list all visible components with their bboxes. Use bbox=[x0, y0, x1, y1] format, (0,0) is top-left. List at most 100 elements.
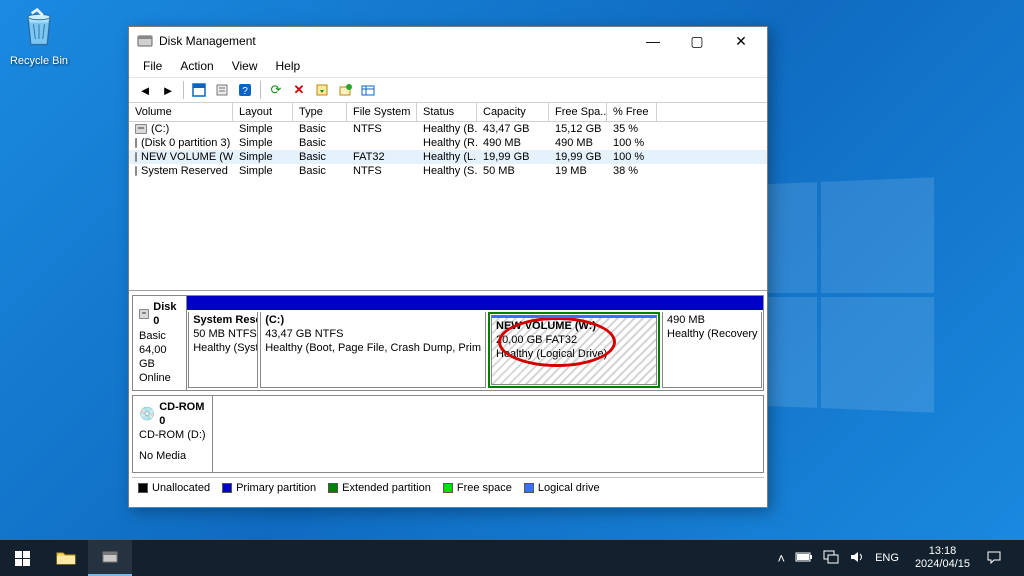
cell-status: Healthy (S... bbox=[417, 164, 477, 178]
menu-view[interactable]: View bbox=[224, 57, 266, 75]
recycle-bin[interactable]: Recycle Bin bbox=[9, 6, 69, 67]
taskbar-disk-management[interactable] bbox=[88, 540, 132, 576]
cell-volume: System Reserved bbox=[129, 164, 233, 178]
clock[interactable]: 13:18 2024/04/15 bbox=[909, 545, 976, 571]
legend-primary: Primary partition bbox=[236, 482, 316, 494]
help-button[interactable]: ? bbox=[235, 80, 255, 100]
drive-icon bbox=[135, 166, 137, 176]
extended-partition[interactable]: NEW VOLUME (W:) 20,00 GB FAT32 Healthy (… bbox=[488, 312, 660, 388]
disk-graphical-pane: Disk 0 Basic 64,00 GB Online System Rese… bbox=[129, 291, 767, 507]
cell-volume: NEW VOLUME (W:) bbox=[129, 150, 233, 164]
attach-vhd-button[interactable] bbox=[335, 80, 355, 100]
cell-pct: 35 % bbox=[607, 122, 657, 136]
windows-logo-icon bbox=[14, 550, 30, 566]
menu-file[interactable]: File bbox=[135, 57, 170, 75]
volume-row[interactable]: (C:)SimpleBasicNTFSHealthy (B...43,47 GB… bbox=[129, 122, 767, 136]
drive-icon bbox=[135, 124, 147, 134]
volume-icon[interactable] bbox=[849, 550, 865, 567]
volume-list-pane[interactable]: Volume Layout Type File System Status Ca… bbox=[129, 103, 767, 291]
disk0-size: 64,00 GB bbox=[139, 343, 180, 372]
col-capacity[interactable]: Capacity bbox=[477, 103, 549, 121]
part-stat: Healthy (Recovery Parti bbox=[667, 328, 757, 342]
show-hide-tree-button[interactable] bbox=[189, 80, 209, 100]
partition-new-volume-w[interactable]: NEW VOLUME (W:) 20,00 GB FAT32 Healthy (… bbox=[491, 315, 657, 385]
taskbar: ˄ ENG 13:18 2024/04/15 bbox=[0, 540, 1024, 576]
cell-type: Basic bbox=[293, 136, 347, 150]
col-freespace[interactable]: Free Spa... bbox=[549, 103, 607, 121]
col-status[interactable]: Status bbox=[417, 103, 477, 121]
tray-chevron-icon[interactable]: ˄ bbox=[778, 551, 786, 566]
system-tray: ˄ ENG 13:18 2024/04/15 bbox=[772, 540, 1024, 576]
col-volume[interactable]: Volume bbox=[129, 103, 233, 121]
disk-mgmt-icon bbox=[101, 549, 119, 565]
settings-button[interactable] bbox=[358, 80, 378, 100]
window-title: Disk Management bbox=[159, 34, 631, 48]
legend-extended: Extended partition bbox=[342, 482, 431, 494]
swatch-extended-icon bbox=[328, 483, 338, 493]
properties-button[interactable] bbox=[212, 80, 232, 100]
titlebar[interactable]: Disk Management — ▢ ✕ bbox=[129, 27, 767, 55]
network-icon[interactable] bbox=[823, 550, 839, 567]
volume-row[interactable]: System ReservedSimpleBasicNTFSHealthy (S… bbox=[129, 164, 767, 178]
cell-free: 19 MB bbox=[549, 164, 607, 178]
legend-logical: Logical drive bbox=[538, 482, 600, 494]
cdrom-block: 💿CD-ROM 0 CD-ROM (D:) No Media bbox=[132, 395, 764, 473]
cell-type: Basic bbox=[293, 164, 347, 178]
legend-free: Free space bbox=[457, 482, 512, 494]
disk0-type: Basic bbox=[139, 329, 180, 343]
col-type[interactable]: Type bbox=[293, 103, 347, 121]
part-stat: Healthy (Boot, Page File, Crash Dump, Pr… bbox=[265, 342, 481, 356]
refresh-button[interactable]: ⟳ bbox=[266, 80, 286, 100]
cell-fs bbox=[347, 136, 417, 150]
menu-action[interactable]: Action bbox=[172, 57, 221, 75]
minimize-button[interactable]: — bbox=[631, 27, 675, 55]
taskbar-explorer[interactable] bbox=[44, 540, 88, 576]
partition-recovery[interactable]: 490 MB Healthy (Recovery Parti bbox=[662, 312, 762, 388]
col-layout[interactable]: Layout bbox=[233, 103, 293, 121]
cell-layout: Simple bbox=[233, 136, 293, 150]
svg-text:?: ? bbox=[242, 86, 248, 97]
col-filesystem[interactable]: File System bbox=[347, 103, 417, 121]
swatch-logical-icon bbox=[524, 483, 534, 493]
close-button[interactable]: ✕ bbox=[719, 27, 763, 55]
cdrom-icon: 💿 bbox=[139, 406, 155, 423]
cell-status: Healthy (R... bbox=[417, 136, 477, 150]
part-stat: Healthy (Logical Drive) bbox=[496, 348, 652, 362]
delete-button[interactable]: ✕ bbox=[289, 80, 309, 100]
cell-free: 19,99 GB bbox=[549, 150, 607, 164]
recycle-bin-label: Recycle Bin bbox=[9, 55, 69, 67]
menu-help[interactable]: Help bbox=[268, 57, 309, 75]
back-button[interactable]: ◄ bbox=[135, 80, 155, 100]
recycle-bin-icon bbox=[17, 6, 61, 50]
part-sub: 50 MB NTFS bbox=[193, 328, 253, 342]
maximize-button[interactable]: ▢ bbox=[675, 27, 719, 55]
cell-volume: (C:) bbox=[129, 122, 233, 136]
battery-icon[interactable] bbox=[795, 551, 813, 566]
cdrom-info[interactable]: 💿CD-ROM 0 CD-ROM (D:) No Media bbox=[133, 396, 213, 472]
part-sub: 20,00 GB FAT32 bbox=[496, 334, 652, 348]
cell-type: Basic bbox=[293, 150, 347, 164]
part-sub: 43,47 GB NTFS bbox=[265, 328, 481, 342]
create-vhd-button[interactable] bbox=[312, 80, 332, 100]
menubar: File Action View Help bbox=[129, 55, 767, 78]
disk0-info[interactable]: Disk 0 Basic 64,00 GB Online bbox=[133, 296, 187, 390]
cell-capacity: 490 MB bbox=[477, 136, 549, 150]
col-pctfree[interactable]: % Free bbox=[607, 103, 657, 121]
forward-button[interactable]: ► bbox=[158, 80, 178, 100]
volume-row[interactable]: NEW VOLUME (W:)SimpleBasicFAT32Healthy (… bbox=[129, 150, 767, 164]
cell-fs: NTFS bbox=[347, 164, 417, 178]
cdrom-name: CD-ROM 0 bbox=[159, 400, 206, 429]
partition-c[interactable]: (C:) 43,47 GB NTFS Healthy (Boot, Page F… bbox=[260, 312, 486, 388]
clock-date: 2024/04/15 bbox=[915, 558, 970, 571]
start-button[interactable] bbox=[0, 540, 44, 576]
cell-type: Basic bbox=[293, 122, 347, 136]
volume-list-header[interactable]: Volume Layout Type File System Status Ca… bbox=[129, 103, 767, 122]
language-indicator[interactable]: ENG bbox=[875, 552, 899, 564]
cdrom-drive: CD-ROM (D:) bbox=[139, 428, 206, 442]
cell-capacity: 19,99 GB bbox=[477, 150, 549, 164]
swatch-primary-icon bbox=[222, 483, 232, 493]
partition-system-reserved[interactable]: System Rese 50 MB NTFS Healthy (Syst bbox=[188, 312, 258, 388]
volume-row[interactable]: (Disk 0 partition 3)SimpleBasicHealthy (… bbox=[129, 136, 767, 150]
action-center-icon[interactable] bbox=[986, 550, 1002, 567]
cell-free: 490 MB bbox=[549, 136, 607, 150]
